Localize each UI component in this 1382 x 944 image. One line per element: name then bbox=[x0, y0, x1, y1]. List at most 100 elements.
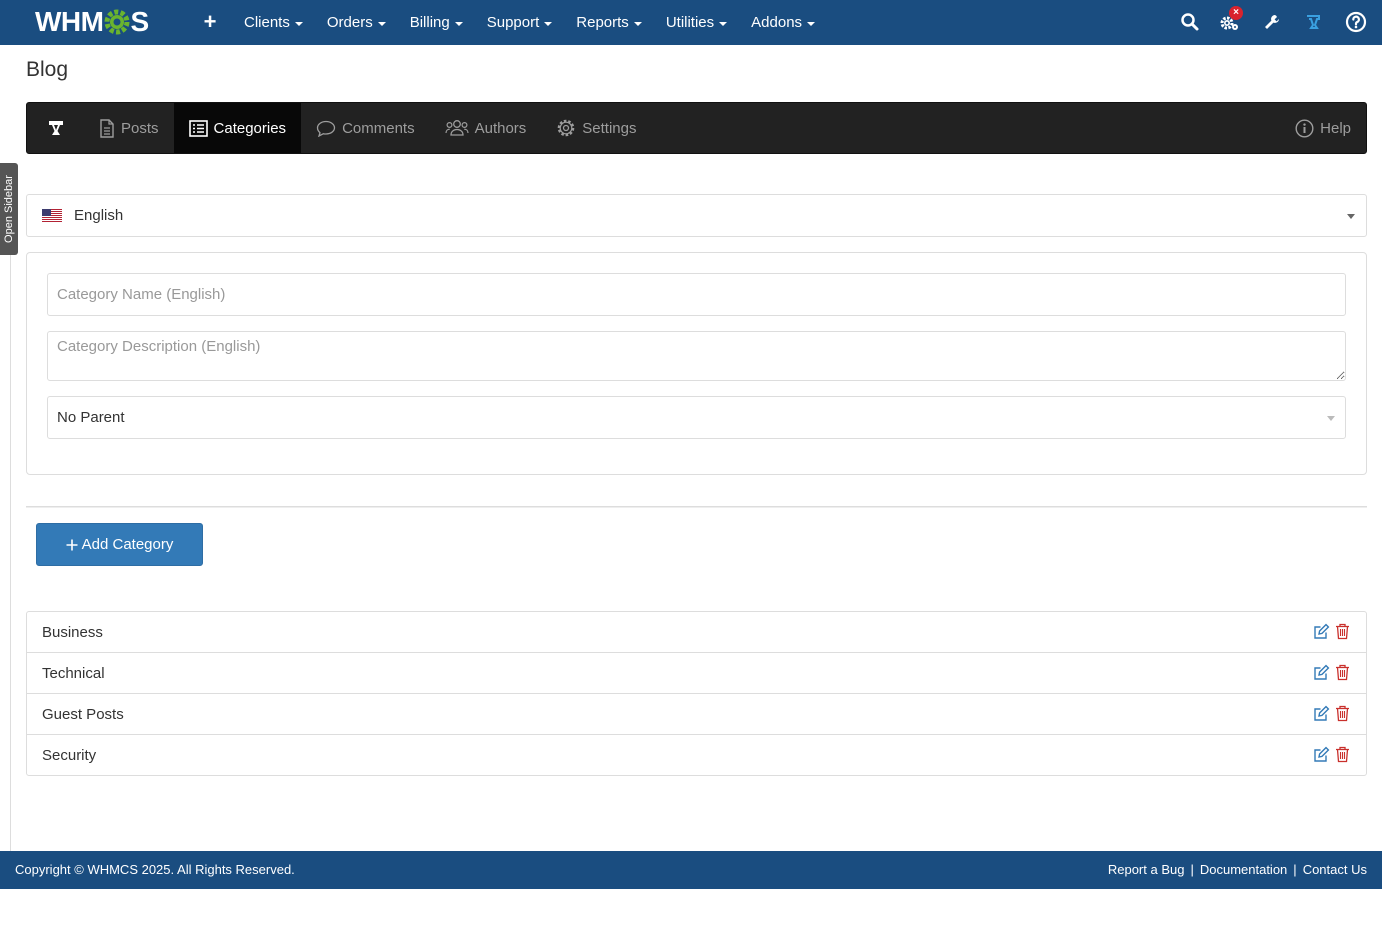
wrench-icon[interactable] bbox=[1261, 11, 1283, 33]
blog-module-icon[interactable] bbox=[1302, 11, 1324, 33]
top-navbar: WHM S + Clients Orders Billing Support R… bbox=[0, 0, 1382, 45]
open-sidebar-tab[interactable]: Open Sidebar bbox=[0, 163, 18, 255]
list-item: Security bbox=[27, 734, 1366, 775]
us-flag-icon bbox=[42, 209, 62, 222]
menu-label: Utilities bbox=[665, 14, 715, 31]
tab-label: Posts bbox=[121, 119, 159, 137]
row-actions bbox=[1313, 705, 1350, 722]
parent-category-select[interactable]: No Parent bbox=[47, 396, 1346, 439]
edit-icon[interactable] bbox=[1313, 705, 1330, 722]
contact-us-link[interactable]: Contact Us bbox=[1303, 862, 1367, 877]
caret-down-icon bbox=[633, 21, 642, 26]
tab-comments[interactable]: Comments bbox=[301, 103, 430, 153]
notification-badge[interactable]: × bbox=[1229, 6, 1243, 20]
tab-categories[interactable]: Categories bbox=[173, 103, 302, 153]
caret-down-icon bbox=[454, 21, 463, 26]
info-circle-icon bbox=[1295, 118, 1314, 138]
language-select[interactable]: English bbox=[26, 194, 1367, 237]
menu-label: Support bbox=[486, 14, 540, 31]
footer-separator: | bbox=[1190, 862, 1194, 877]
category-name-input[interactable] bbox=[47, 273, 1346, 316]
chevron-down-icon bbox=[1327, 416, 1335, 421]
logo-gear-icon bbox=[104, 9, 130, 35]
category-description-input[interactable] bbox=[47, 331, 1346, 381]
menu-addons[interactable]: Addons bbox=[739, 0, 827, 45]
documentation-link[interactable]: Documentation bbox=[1200, 862, 1287, 877]
whmcs-logo[interactable]: WHM S bbox=[35, 6, 149, 38]
copyright-text: Copyright © WHMCS 2025. All Rights Reser… bbox=[15, 862, 295, 877]
list-item: Business bbox=[27, 612, 1366, 652]
edit-icon[interactable] bbox=[1313, 623, 1330, 640]
trash-icon[interactable] bbox=[1335, 705, 1350, 722]
language-value: English bbox=[74, 207, 124, 224]
list-item: Guest Posts bbox=[27, 693, 1366, 734]
list-item: Technical bbox=[27, 652, 1366, 693]
parent-value: No Parent bbox=[57, 409, 125, 426]
trash-icon[interactable] bbox=[1335, 746, 1350, 763]
sidebar-divider bbox=[10, 255, 11, 851]
menu-label: Billing bbox=[409, 14, 450, 31]
edit-icon[interactable] bbox=[1313, 664, 1330, 681]
menu-clients[interactable]: Clients bbox=[232, 0, 315, 45]
tab-posts[interactable]: Posts bbox=[84, 103, 174, 153]
report-bug-link[interactable]: Report a Bug bbox=[1108, 862, 1185, 877]
category-name: Guest Posts bbox=[42, 705, 124, 723]
menu-label: Addons bbox=[751, 14, 803, 31]
page-title: Blog bbox=[26, 58, 69, 81]
menu-orders[interactable]: Orders bbox=[315, 0, 398, 45]
add-category-button[interactable]: Add Category bbox=[36, 523, 203, 566]
search-icon[interactable] bbox=[1179, 11, 1201, 33]
menu-reports[interactable]: Reports bbox=[564, 0, 654, 45]
tab-label: Categories bbox=[213, 119, 287, 137]
plus-icon[interactable]: + bbox=[200, 11, 220, 33]
caret-down-icon bbox=[719, 21, 728, 26]
category-list: Business Technical Guest Posts Security bbox=[26, 611, 1367, 776]
category-name: Technical bbox=[42, 664, 105, 682]
section-divider bbox=[26, 506, 1367, 508]
footer: Copyright © WHMCS 2025. All Rights Reser… bbox=[0, 851, 1382, 889]
category-name: Security bbox=[42, 746, 97, 764]
help-circle-icon[interactable] bbox=[1345, 11, 1367, 33]
logo-text: WHM bbox=[35, 6, 104, 37]
edit-icon[interactable] bbox=[1313, 746, 1330, 763]
menu-label: Clients bbox=[244, 14, 290, 31]
row-actions bbox=[1313, 746, 1350, 763]
users-icon bbox=[444, 120, 469, 136]
tab-label: Authors bbox=[474, 119, 527, 137]
help-label: Help bbox=[1320, 119, 1351, 137]
comment-icon bbox=[316, 120, 336, 137]
help-link[interactable]: Help bbox=[1295, 103, 1351, 153]
menu-support[interactable]: Support bbox=[475, 0, 565, 45]
menu-utilities[interactable]: Utilities bbox=[654, 0, 739, 45]
tab-label: Settings bbox=[582, 119, 637, 137]
caret-down-icon bbox=[807, 21, 816, 26]
tab-authors[interactable]: Authors bbox=[430, 103, 542, 153]
trash-icon[interactable] bbox=[1335, 664, 1350, 681]
blog-logo-icon bbox=[48, 121, 63, 135]
menu-label: Reports bbox=[576, 14, 629, 31]
tab-settings[interactable]: Settings bbox=[541, 103, 651, 153]
menu-label: Orders bbox=[326, 14, 373, 31]
footer-separator: | bbox=[1293, 862, 1297, 877]
plus-icon bbox=[66, 539, 78, 550]
gear-icon bbox=[557, 119, 575, 137]
caret-down-icon bbox=[294, 21, 303, 26]
row-actions bbox=[1313, 664, 1350, 681]
add-category-label: Add Category bbox=[81, 536, 174, 553]
caret-down-icon bbox=[377, 21, 386, 26]
caret-down-icon bbox=[544, 21, 553, 26]
tab-label: Comments bbox=[342, 119, 415, 137]
main-menu: Clients Orders Billing Support Reports U… bbox=[232, 0, 827, 45]
trash-icon[interactable] bbox=[1335, 623, 1350, 640]
open-sidebar-label: Open Sidebar bbox=[3, 175, 15, 243]
document-icon bbox=[100, 118, 114, 138]
category-form-panel: No Parent bbox=[26, 252, 1367, 475]
footer-links: Report a Bug | Documentation | Contact U… bbox=[1108, 862, 1367, 877]
logo-text: S bbox=[130, 6, 149, 37]
blog-navbar: Posts Categories Comments Authors Settin… bbox=[26, 102, 1367, 154]
chevron-down-icon bbox=[1347, 214, 1355, 219]
row-actions bbox=[1313, 623, 1350, 640]
blog-brand-icon[interactable] bbox=[27, 103, 84, 153]
category-name: Business bbox=[42, 623, 103, 641]
menu-billing[interactable]: Billing bbox=[398, 0, 475, 45]
